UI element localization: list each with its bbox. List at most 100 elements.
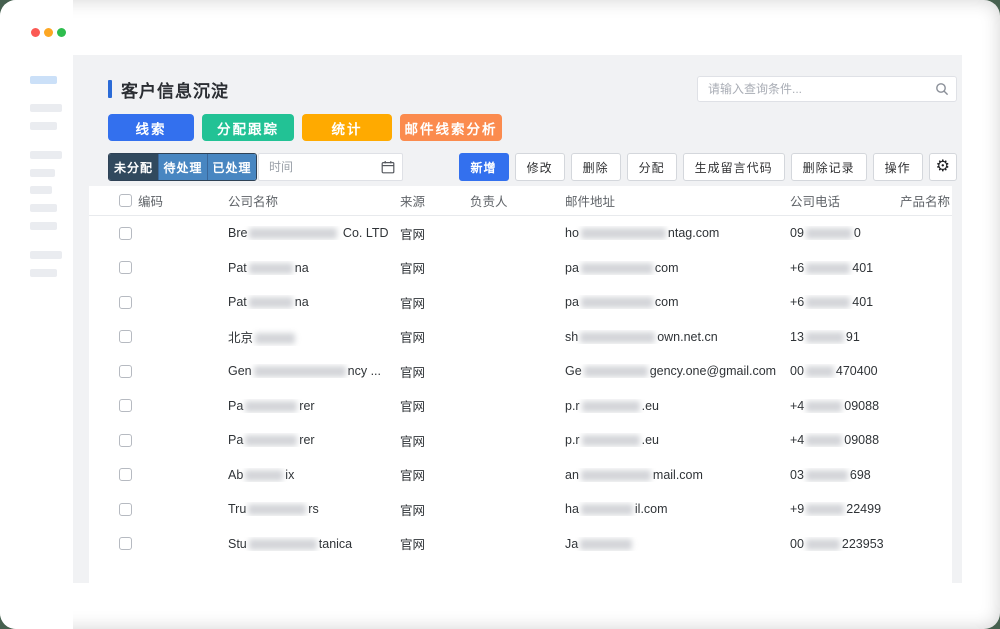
status-tab-0[interactable]: 未分配	[109, 154, 158, 180]
status-tab-2[interactable]: 已处理	[207, 154, 256, 180]
cell-source: 官网	[400, 534, 470, 553]
sidebar-item-6[interactable]	[30, 204, 57, 212]
sidebar-item-3[interactable]	[30, 151, 62, 159]
row-checkbox[interactable]	[119, 503, 132, 516]
row-checkbox[interactable]	[119, 227, 132, 240]
cell-email: hail.com	[565, 502, 790, 516]
column-header-3: 负责人	[470, 191, 565, 210]
toolbar-button-6[interactable]: 操作	[873, 153, 923, 181]
table-row: Parer官网p.r.eu+409088	[89, 423, 952, 458]
module-button-0[interactable]: 线索	[108, 114, 194, 141]
row-checkbox[interactable]	[119, 399, 132, 412]
table-row: 北京官网shown.net.cn1391	[89, 320, 952, 355]
table-body: Bre Co. LTD官网hontag.com090Patna官网pacom+6…	[89, 216, 952, 561]
column-header-0: 编码	[138, 191, 228, 210]
cell-phone: 03698	[790, 468, 900, 482]
minimize-window-button[interactable]	[44, 28, 53, 37]
table-row: Trurs官网hail.com+922499	[89, 492, 952, 527]
filter-left-group: 未分配待处理已处理	[108, 153, 403, 181]
email-redacted	[584, 366, 648, 377]
row-checkbox[interactable]	[119, 296, 132, 309]
search-icon[interactable]	[935, 82, 949, 96]
search-box	[697, 76, 957, 102]
main-content: 客户信息沉淀 线索分配跟踪统计邮件线索分析 未分配待处理已处理	[73, 55, 962, 583]
page-title-text: 客户信息沉淀	[121, 77, 229, 102]
phone-redacted	[806, 263, 850, 274]
sidebar-item-9[interactable]	[30, 269, 57, 277]
cell-source: 官网	[400, 224, 470, 243]
module-button-3[interactable]: 邮件线索分析	[400, 114, 502, 141]
company-redacted	[245, 435, 297, 446]
table-header-row: 编码公司名称来源负责人邮件地址公司电话产品名称	[89, 186, 952, 216]
toolbar-button-3[interactable]: 分配	[627, 153, 677, 181]
email-redacted	[581, 263, 653, 274]
company-redacted	[249, 297, 293, 308]
status-tab-1[interactable]: 待处理	[158, 154, 207, 180]
filter-toolbar: 未分配待处理已处理 新增修改删除分配生成留言代码删除记录操作⚙	[108, 153, 957, 181]
sidebar-nav	[0, 0, 73, 629]
table-row: Patna官网pacom+6401	[89, 285, 952, 320]
row-checkbox[interactable]	[119, 468, 132, 481]
company-redacted	[245, 470, 283, 481]
toolbar-button-4[interactable]: 生成留言代码	[683, 153, 785, 181]
table-row: Stutanica官网Ja00223953	[89, 527, 952, 562]
sidebar-item-0[interactable]	[30, 76, 57, 84]
email-redacted	[582, 401, 640, 412]
sidebar-item-5[interactable]	[30, 186, 52, 194]
column-header-1: 公司名称	[228, 191, 400, 210]
module-button-2[interactable]: 统计	[302, 114, 392, 141]
search-input[interactable]	[697, 76, 957, 102]
cell-phone: +409088	[790, 399, 900, 413]
window-controls	[31, 28, 66, 37]
module-button-group: 线索分配跟踪统计邮件线索分析	[108, 114, 957, 141]
phone-redacted	[806, 470, 848, 481]
email-redacted	[580, 539, 632, 550]
title-accent-bar	[108, 80, 112, 98]
leads-table: 编码公司名称来源负责人邮件地址公司电话产品名称 Bre Co. LTD官网hon…	[89, 186, 952, 583]
cell-phone: 090	[790, 226, 900, 240]
table-row: Genncy ...官网Gegency.one@gmail.com0047040…	[89, 354, 952, 389]
cell-phone: 00470400	[790, 364, 900, 378]
cell-company: Abix	[228, 468, 400, 482]
company-redacted	[249, 263, 293, 274]
phone-redacted	[806, 401, 842, 412]
calendar-icon[interactable]	[381, 160, 395, 174]
row-checkbox[interactable]	[119, 537, 132, 550]
cell-email: anmail.com	[565, 468, 790, 482]
cell-phone: +6401	[790, 261, 900, 275]
sidebar-item-1[interactable]	[30, 104, 62, 112]
page-header: 客户信息沉淀	[108, 75, 957, 103]
company-redacted	[249, 228, 337, 239]
maximize-window-button[interactable]	[57, 28, 66, 37]
phone-redacted	[806, 297, 850, 308]
table-row: Bre Co. LTD官网hontag.com090	[89, 216, 952, 251]
email-redacted	[581, 297, 653, 308]
cell-source: 官网	[400, 362, 470, 381]
row-checkbox[interactable]	[119, 330, 132, 343]
module-button-1[interactable]: 分配跟踪	[202, 114, 294, 141]
row-checkbox[interactable]	[119, 261, 132, 274]
sidebar-item-7[interactable]	[30, 222, 57, 230]
cell-phone: +409088	[790, 433, 900, 447]
phone-redacted	[806, 539, 840, 550]
date-filter	[258, 153, 403, 181]
toolbar-button-5[interactable]: 删除记录	[791, 153, 867, 181]
toolbar-button-2[interactable]: 删除	[571, 153, 621, 181]
cell-phone: 1391	[790, 330, 900, 344]
row-checkbox[interactable]	[119, 365, 132, 378]
sidebar-item-2[interactable]	[30, 122, 57, 130]
column-header-6: 产品名称	[900, 191, 952, 210]
sidebar-item-8[interactable]	[30, 251, 62, 259]
toolbar-button-1[interactable]: 修改	[515, 153, 565, 181]
close-window-button[interactable]	[31, 28, 40, 37]
cell-source: 官网	[400, 396, 470, 415]
column-header-2: 来源	[400, 191, 470, 210]
select-all-checkbox[interactable]	[119, 194, 132, 207]
cell-phone: +6401	[790, 295, 900, 309]
toolbar-button-0[interactable]: 新增	[459, 153, 509, 181]
settings-gear-button[interactable]: ⚙	[929, 153, 957, 181]
table-row: Patna官网pacom+6401	[89, 251, 952, 286]
column-header-5: 公司电话	[790, 191, 900, 210]
row-checkbox[interactable]	[119, 434, 132, 447]
sidebar-item-4[interactable]	[30, 169, 55, 177]
